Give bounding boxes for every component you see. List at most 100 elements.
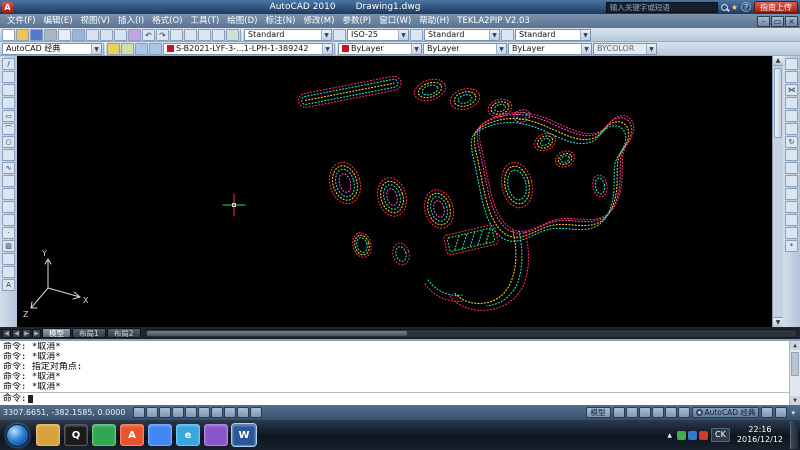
mleader-style-icon[interactable] xyxy=(501,29,514,41)
array-tool-icon[interactable] xyxy=(785,110,798,122)
chevron-down-icon[interactable]: ▼ xyxy=(321,30,331,40)
restore-icon[interactable]: ▭ xyxy=(771,16,784,27)
chevron-down-icon[interactable]: ▼ xyxy=(91,44,101,54)
lineweight-toggle[interactable] xyxy=(237,407,249,418)
gradient-tool-icon[interactable] xyxy=(2,253,15,265)
new-file-icon[interactable] xyxy=(2,29,15,41)
cut-icon[interactable] xyxy=(86,29,99,41)
tab-prev-icon[interactable]: ◀ xyxy=(12,329,21,338)
menu-item[interactable]: 绘图(D) xyxy=(223,14,261,28)
fillet-tool-icon[interactable] xyxy=(785,227,798,239)
layer-combo[interactable]: S-B2021-LYF-3-...1-LPH-1-389242▼ xyxy=(163,43,333,55)
close-icon[interactable]: × xyxy=(785,16,798,27)
tab-next-icon[interactable]: ▶ xyxy=(22,329,31,338)
favorites-star-icon[interactable]: ★ xyxy=(731,2,738,13)
status-menu-arrow-icon[interactable]: ▾ xyxy=(789,409,797,417)
help-icon[interactable]: ? xyxy=(741,2,751,12)
save-icon[interactable] xyxy=(30,29,43,41)
circle-tool-icon[interactable]: ○ xyxy=(2,136,15,148)
chevron-down-icon[interactable]: ▼ xyxy=(411,44,421,54)
copy-tool-icon[interactable] xyxy=(785,71,798,83)
zoom-statusbar-icon[interactable] xyxy=(652,407,664,418)
polar-toggle[interactable] xyxy=(172,407,184,418)
tray-update-icon[interactable] xyxy=(688,431,697,440)
scale-tool-icon[interactable] xyxy=(785,149,798,161)
region-tool-icon[interactable] xyxy=(2,266,15,278)
mirror-tool-icon[interactable]: ⋈ xyxy=(785,84,798,96)
point-tool-icon[interactable]: · xyxy=(2,227,15,239)
taskbar-explorer[interactable] xyxy=(36,424,60,446)
workspace-switch[interactable]: AutoCAD 经典 xyxy=(692,407,760,418)
start-button[interactable] xyxy=(6,424,29,447)
dim-style-icon[interactable] xyxy=(333,29,346,41)
taskbar-browser[interactable] xyxy=(148,424,172,446)
extend-tool-icon[interactable] xyxy=(785,188,798,200)
trim-tool-icon[interactable] xyxy=(785,175,798,187)
copy-clip-icon[interactable] xyxy=(100,29,113,41)
minimize-icon[interactable]: – xyxy=(757,16,770,27)
ducs-toggle[interactable] xyxy=(211,407,223,418)
tab-last-icon[interactable]: ▶ xyxy=(32,329,41,338)
chevron-down-icon[interactable]: ▼ xyxy=(489,30,499,40)
xline-tool-icon[interactable] xyxy=(2,71,15,83)
vertical-scrollbar[interactable]: ▲ ▼ xyxy=(772,56,783,327)
vertical-scroll-thumb[interactable] xyxy=(774,68,782,138)
table-style-icon[interactable] xyxy=(410,29,423,41)
autocad-logo-icon[interactable]: A xyxy=(2,2,13,13)
move-tool-icon[interactable] xyxy=(785,123,798,135)
workspace-combo[interactable]: AutoCAD 经典▼ xyxy=(2,43,102,55)
menu-item[interactable]: 编辑(E) xyxy=(40,14,77,28)
osnap-toggle[interactable] xyxy=(185,407,197,418)
menu-item[interactable]: 视图(V) xyxy=(77,14,114,28)
menu-item[interactable]: 格式(O) xyxy=(148,14,186,28)
infocenter-search-input[interactable]: 输入关键字或短语 xyxy=(606,2,718,13)
horizontal-scrollbar[interactable] xyxy=(145,329,797,338)
command-window[interactable]: 命令: *取消*命令: *取消*命令: 指定对角点:命令: *取消*命令: *取… xyxy=(0,339,800,405)
zoom-realtime-icon[interactable] xyxy=(184,29,197,41)
zoom-previous-icon[interactable] xyxy=(212,29,225,41)
chevron-down-icon[interactable]: ▼ xyxy=(580,30,590,40)
spline-tool-icon[interactable]: ∿ xyxy=(2,162,15,174)
insert-block-icon[interactable] xyxy=(2,201,15,213)
chevron-down-icon[interactable]: ▼ xyxy=(398,30,408,40)
publish-icon[interactable] xyxy=(72,29,85,41)
ortho-toggle[interactable] xyxy=(159,407,171,418)
scroll-down-icon[interactable]: ▼ xyxy=(790,396,800,405)
zoom-window-icon[interactable] xyxy=(198,29,211,41)
plot-preview-icon[interactable] xyxy=(58,29,71,41)
scroll-up-icon[interactable]: ▲ xyxy=(773,56,783,66)
command-scroll-thumb[interactable] xyxy=(791,352,799,376)
menu-item[interactable]: 修改(M) xyxy=(299,14,338,28)
chevron-down-icon[interactable]: ▼ xyxy=(496,44,506,54)
pan-statusbar-icon[interactable] xyxy=(639,407,651,418)
tab-layout2[interactable]: 布局2 xyxy=(107,328,141,338)
arc-tool-icon[interactable]: ⌒ xyxy=(2,123,15,135)
taskbar-ie[interactable]: e xyxy=(176,424,200,446)
line-tool-icon[interactable]: / xyxy=(2,58,15,70)
erase-tool-icon[interactable] xyxy=(785,58,798,70)
model-space-button[interactable]: 模型 xyxy=(586,407,611,418)
linetype-combo[interactable]: ByLayer▼ xyxy=(423,43,507,55)
upload-button[interactable]: 指南上传 xyxy=(754,1,798,13)
text-style-combo[interactable]: Standard▼ xyxy=(244,29,332,41)
tray-expand-icon[interactable]: ▲ xyxy=(665,432,674,439)
menu-item[interactable]: 文件(F) xyxy=(3,14,40,28)
pan-icon[interactable] xyxy=(170,29,183,41)
plotstyle-combo[interactable]: BYCOLOR▼ xyxy=(593,43,657,55)
menu-item[interactable]: 插入(I) xyxy=(114,14,148,28)
command-prompt-row[interactable]: 命令: xyxy=(0,392,789,405)
dim-style-combo[interactable]: ISO-25▼ xyxy=(347,29,409,41)
menu-item[interactable]: 窗口(W) xyxy=(375,14,415,28)
quick-view-drawings-icon[interactable] xyxy=(626,407,638,418)
grid-toggle[interactable] xyxy=(146,407,158,418)
match-properties-icon[interactable] xyxy=(128,29,141,41)
ellipse-tool-icon[interactable] xyxy=(2,175,15,187)
tab-layout1[interactable]: 布局1 xyxy=(72,328,106,338)
stretch-tool-icon[interactable] xyxy=(785,162,798,174)
undo-icon[interactable]: ↶ xyxy=(142,29,155,41)
quickprop-toggle[interactable] xyxy=(250,407,262,418)
horizontal-scroll-thumb[interactable] xyxy=(147,331,407,336)
ime-indicator[interactable]: CK xyxy=(711,428,730,442)
layer-previous-icon[interactable] xyxy=(149,43,162,55)
hatch-tool-icon[interactable]: ▨ xyxy=(2,240,15,252)
